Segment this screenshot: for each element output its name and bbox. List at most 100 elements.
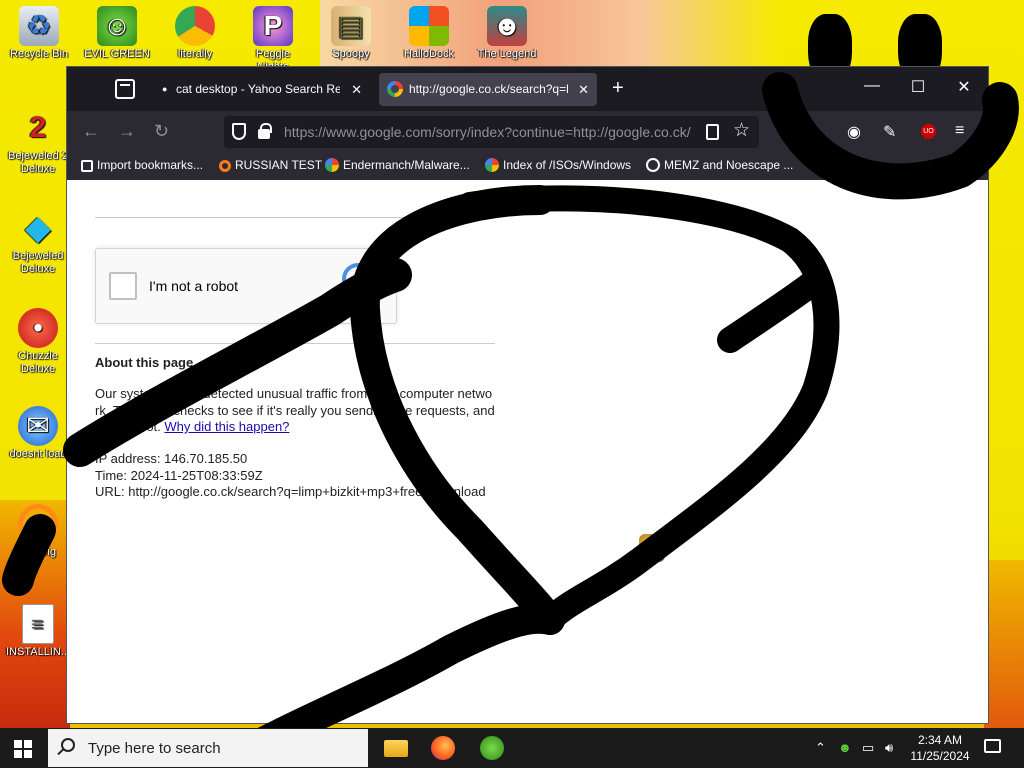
desktop-icon-hallodock[interactable]: HalloDock [396, 6, 462, 61]
tab-yahoo-search[interactable]: ● cat desktop - Yahoo Search Res ✕ [152, 73, 370, 106]
desktop-icon-peggle-nights[interactable]: P Peggle Nights [240, 6, 306, 74]
extensions-icon[interactable]: ✎ [883, 122, 896, 142]
taskbar-search-input[interactable] [88, 738, 358, 758]
taskbar: ⌃ ☻ ▭ 🔊︎ 2:34 AM 11/25/2024 [0, 728, 1024, 768]
desktop-icon-label: Spoopy [332, 48, 370, 60]
show-hidden-icons-icon[interactable]: ⌃ [815, 740, 826, 756]
search-icon [61, 738, 75, 752]
why-did-this-happen-link[interactable]: Why did this happen? [164, 419, 289, 434]
desktop-icon-literally[interactable]: literally [162, 6, 228, 61]
bookmark-memz[interactable]: MEMZ and Noescape ... [646, 158, 793, 172]
windows-flag-icon [409, 6, 449, 46]
text-file-icon: ≡ [22, 604, 54, 644]
desktop-icon-installing[interactable]: ≡ INSTALLIN... [5, 604, 71, 659]
desktop-icon-nothing[interactable]: nothing [5, 504, 71, 559]
google-icon [325, 158, 339, 172]
maximize-icon[interactable]: ☐ [903, 77, 933, 97]
network-icon[interactable]: ▭ [862, 740, 874, 756]
url-input[interactable] [284, 121, 694, 143]
divider [95, 217, 495, 218]
tab-strip: ● cat desktop - Yahoo Search Res ✕ http:… [67, 67, 988, 111]
lock-icon[interactable] [258, 123, 272, 139]
taskbar-search-box[interactable] [48, 729, 368, 767]
close-window-icon[interactable]: ✕ [949, 77, 979, 97]
peggle-icon: P [253, 6, 293, 46]
windows-logo-icon [24, 740, 32, 748]
close-tab-icon[interactable]: ✕ [578, 73, 589, 106]
recaptcha-privacy-link[interactable]: Privacy - Terms [318, 307, 373, 316]
tab-dot-icon: ● [162, 84, 168, 94]
chuzzle-icon: • [18, 308, 58, 348]
desktop-icon-label: Chuzzle Deluxe [18, 350, 58, 375]
firefox-icon [431, 736, 455, 760]
globe-icon [646, 158, 660, 172]
recaptcha-widget: I'm not a robot Privacy - Terms [95, 248, 397, 324]
about-text: Our systems have detected unusual traffi… [95, 386, 495, 436]
recaptcha-checkbox[interactable] [109, 272, 137, 300]
start-button[interactable] [14, 740, 32, 758]
taskbar-messenger[interactable] [476, 732, 508, 764]
new-tab-icon[interactable]: + [612, 77, 624, 100]
back-icon[interactable]: ← [82, 121, 100, 142]
forward-icon[interactable]: → [118, 121, 136, 142]
reload-icon[interactable]: ↻ [154, 121, 169, 142]
notification-center-icon[interactable] [984, 739, 1001, 753]
desktop-icon-evil-green[interactable]: ☺ EVIL GREEN [84, 6, 150, 61]
wallpaper-red-region-right [984, 560, 1024, 728]
desktop-icon-label: doesnt load [9, 448, 67, 460]
tab-title: cat desktop - Yahoo Search Res [176, 82, 340, 96]
desktop-icon-bejeweled-2[interactable]: 2 Bejeweled 2 Deluxe [5, 108, 71, 176]
recycle-bin-icon: ♻ [19, 6, 59, 46]
clock-date: 11/25/2024 [910, 749, 970, 763]
import-icon [81, 160, 93, 172]
tab-title: http://google.co.ck/search?q=l [409, 82, 569, 96]
bejeweled-2-icon: 2 [29, 111, 47, 144]
account-icon[interactable]: ◉ [847, 122, 861, 142]
bookmark-isos-windows[interactable]: Index of /ISOs/Windows [485, 158, 631, 172]
taskbar-clock[interactable]: 2:34 AM 11/25/2024 [904, 732, 976, 764]
floating-desktop-icon [639, 534, 665, 562]
desktop-icon-recycle-bin[interactable]: ♻ Recycle Bin [6, 6, 72, 61]
bookmark-endermanch[interactable]: Endermanch/Malware... [325, 158, 470, 172]
reader-view-icon[interactable] [706, 124, 719, 140]
messenger-tray-icon[interactable]: ☻ [838, 740, 852, 755]
url-bar[interactable]: ☆ [224, 116, 759, 148]
minimize-icon[interactable]: — [857, 77, 887, 95]
desktop-icon-label: INSTALLIN... [6, 646, 70, 658]
pixel-character-icon: ☻ [487, 6, 527, 46]
desktop-icon-spoopy[interactable]: ▤ Spoopy [318, 6, 384, 61]
close-tab-icon[interactable]: ✕ [351, 73, 362, 106]
desktop-icon-chuzzle[interactable]: • Chuzzle Deluxe [5, 308, 71, 376]
windows-logo-icon [14, 750, 22, 758]
page-content: I'm not a robot Privacy - Terms About th… [67, 180, 988, 723]
bookmark-import[interactable]: Import bookmarks... [81, 158, 203, 172]
recaptcha-label: I'm not a robot [149, 278, 239, 294]
tab-google-search[interactable]: http://google.co.ck/search?q=l ✕ [379, 73, 597, 106]
about-heading: About this page [95, 355, 194, 370]
taskbar-firefox[interactable] [427, 732, 459, 764]
desktop-icon-doesnt-load[interactable]: ✉ doesnt load [5, 406, 71, 461]
bookmark-label: Index of /ISOs/Windows [503, 158, 632, 172]
wallpaper-photo-strip [320, 0, 780, 70]
firefox-view-icon[interactable] [115, 79, 135, 99]
google-favicon-icon [387, 81, 403, 97]
tracking-protection-icon[interactable] [232, 123, 246, 140]
taskbar-file-explorer[interactable] [380, 732, 412, 764]
windows-logo-icon [14, 740, 22, 748]
bookmark-russian-test[interactable]: RUSSIAN TEST [219, 158, 322, 172]
menu-icon[interactable]: ≡ [955, 122, 964, 140]
recaptcha-logo-icon [342, 263, 374, 295]
desktop-icon-label: EVIL GREEN [84, 48, 150, 60]
desktop-icon-the-legend[interactable]: ☻ The Legend [474, 6, 540, 61]
bookmark-label: RUSSIAN TEST [235, 158, 323, 172]
ublock-icon[interactable]: UO [921, 124, 936, 139]
folder-icon [384, 740, 408, 757]
desktop-icon-label: Recycle Bin [9, 48, 69, 60]
bookmark-label: Import bookmarks... [97, 158, 204, 172]
time-line: Time: 2024-11-25T08:33:59Z [95, 468, 263, 483]
volume-icon[interactable]: 🔊︎ [885, 740, 893, 756]
google-icon [485, 158, 499, 172]
desktop-icon-bejeweled[interactable]: ◆ Bejeweled Deluxe [5, 208, 71, 276]
bookmark-star-icon[interactable]: ☆ [733, 119, 750, 142]
desktop-icon-label: literally [177, 48, 213, 60]
